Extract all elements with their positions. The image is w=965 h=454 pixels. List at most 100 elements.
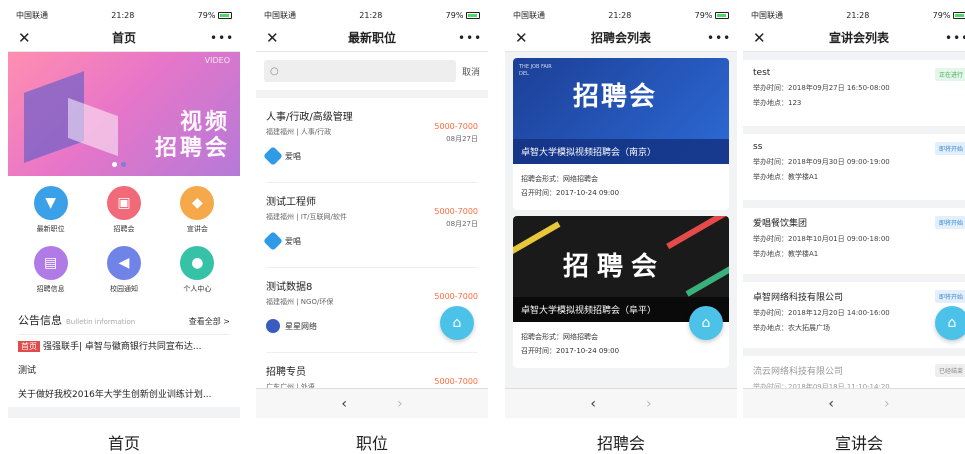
back-button[interactable]: ‹ <box>341 396 347 412</box>
carrier-label: 中国联通 <box>513 10 545 20</box>
more-icon[interactable]: ••• <box>707 31 730 45</box>
battery-status: 79% <box>933 11 965 20</box>
company-logo-icon <box>266 319 280 333</box>
more-icon[interactable]: ••• <box>945 31 965 45</box>
decor-stripe <box>685 261 729 297</box>
search-input[interactable]: ○ <box>264 60 456 82</box>
grid-item-label: 校园通知 <box>109 285 138 293</box>
talk-item[interactable]: 卓智网络科技有限公司 举办时间：2018年12月20日 14:00-16:00 … <box>743 282 965 348</box>
grid-item-job-fair[interactable]: ▣ 招聘会 <box>87 186 160 234</box>
talk-title: 爱唱餐饮集团 <box>753 219 808 229</box>
grid-item-latest-jobs[interactable]: ▼ 最新职位 <box>14 186 87 234</box>
fair-banner-tagline: THE JOB FAIR DEL <box>519 64 552 77</box>
talk-item[interactable]: 爱唱餐饮集团 举办时间：2018年10月01日 09:00-18:00 举办地点… <box>743 208 965 274</box>
carousel-dots[interactable] <box>112 162 126 167</box>
phone-job-fairs: 中国联通 21:28 79% ✕ 招聘会列表 ••• THE JOB FAIR … <box>505 6 737 418</box>
home-fab-button[interactable]: ⌂ <box>935 306 965 340</box>
video-fair-banner[interactable]: VIDEO 视频 招聘会 <box>8 52 240 176</box>
talk-time: 举办时间：2018年09月27日 16:50-08:00 <box>753 84 890 92</box>
browser-nav-bar: ‹ › <box>256 388 488 418</box>
grid-item-campus-notice[interactable]: ◀ 校园通知 <box>87 246 160 294</box>
notice-item[interactable]: 首页 强强联手| 卓智与徽商银行共同宣布达... <box>18 335 230 359</box>
job-item[interactable]: 人事/行政/高级管理 福建福州 | 人事/行政 5000-7000 08月27日… <box>263 98 478 183</box>
job-title: 测试数据8 <box>266 282 313 293</box>
fair-card[interactable]: THE JOB FAIR DEL 招聘会 卓智大学模拟视频招聘会（南京） 招聘会… <box>513 58 729 210</box>
battery-icon <box>714 11 729 19</box>
home-fab-button[interactable]: ⌂ <box>689 306 723 340</box>
notice-item[interactable]: 关于做好我校2016年大学生创新创业训练计划... <box>18 383 230 407</box>
more-icon[interactable]: ••• <box>458 31 481 45</box>
fair-card[interactable]: 招聘会 卓智大学模拟视频招聘会（阜平） 招聘会形式：网络招聘会 召开时间：201… <box>513 216 729 368</box>
fair-banner-text: 招聘会 <box>573 82 658 112</box>
cancel-button[interactable]: 取消 <box>462 65 480 78</box>
notice-section: 公告信息 Bulletin information 查看全部 > 首页 强强联手| … <box>8 300 240 407</box>
status-badge: 即将开始 <box>934 216 965 229</box>
phone-jobs: 中国联通 21:28 79% ✕ 最新职位 ••• ○ 取消 人事/行政/高级管… <box>256 6 488 418</box>
feature-grid: ▼ 最新职位 ▣ 招聘会 ◆ 宣讲会 ▤ 招聘信息 ◀ 校园通知 ● 个人中心 <box>8 176 240 300</box>
caption-career-talks: 宣讲会 <box>834 434 883 453</box>
company-row: 爱唱 <box>263 146 478 166</box>
grid-item-recruit-info[interactable]: ▤ 招聘信息 <box>14 246 87 294</box>
status-badge: 即将开始 <box>934 290 965 303</box>
forward-button[interactable]: › <box>884 396 890 412</box>
browser-nav-bar: ‹ › <box>505 388 737 418</box>
talk-item[interactable]: ss 举办时间：2018年09月30日 09:00-19:00 举办地点：教学楼… <box>743 134 965 200</box>
nav-bar: ✕ 最新职位 ••• <box>256 24 488 52</box>
job-salary: 5000-7000 <box>434 377 478 386</box>
job-title: 测试工程师 <box>266 197 316 208</box>
caption-home: 首页 <box>107 434 140 453</box>
grid-item-career-talk[interactable]: ◆ 宣讲会 <box>161 186 234 234</box>
forward-button[interactable]: › <box>397 396 403 412</box>
fair-banner-text: 招聘会 <box>563 252 666 282</box>
fair-time: 召开时间：2017-10-24 09:00 <box>521 347 620 355</box>
back-button[interactable]: ‹ <box>828 396 834 412</box>
talk-place: 举办地点：农大拓展广场 <box>753 324 830 332</box>
time-label: 21:28 <box>608 10 632 20</box>
home-fab-button[interactable]: ⌂ <box>440 306 474 340</box>
battery-status: 79% <box>446 11 480 20</box>
job-date: 08月27日 <box>446 220 478 228</box>
notice-header: 公告信息 Bulletin information 查看全部 > <box>18 312 230 335</box>
carrier-label: 中国联通 <box>264 10 296 20</box>
browser-nav-bar: ‹ › <box>743 388 965 418</box>
grid-item-personal-center[interactable]: ● 个人中心 <box>161 246 234 294</box>
close-icon[interactable]: ✕ <box>18 29 38 47</box>
job-title: 招聘专员 <box>266 367 306 378</box>
talk-place: 举办地点：123 <box>753 99 802 107</box>
fair-banner-image: THE JOB FAIR DEL 招聘会 卓智大学模拟视频招聘会（南京） <box>513 58 729 164</box>
carrier-label: 中国联通 <box>751 10 783 20</box>
fair-time: 召开时间：2017-10-24 09:00 <box>521 189 620 197</box>
job-item[interactable]: 测试工程师 福建福州 | IT/互联网/软件 5000-7000 08月27日 … <box>263 183 478 268</box>
close-icon[interactable]: ✕ <box>266 29 286 47</box>
talk-item[interactable]: test 举办时间：2018年09月27日 16:50-08:00 举办地点：1… <box>743 60 965 126</box>
job-title: 人事/行政/高级管理 <box>266 112 353 123</box>
status-badge: 已经结束 <box>934 364 965 377</box>
caption-jobs: 职位 <box>355 434 388 453</box>
document-icon: ▤ <box>33 246 68 280</box>
more-icon[interactable]: ••• <box>210 31 233 45</box>
company-logo-icon <box>263 146 283 166</box>
notice-item[interactable]: 测试 <box>18 359 230 383</box>
user-icon: ● <box>180 246 215 280</box>
forward-button[interactable]: › <box>646 396 652 412</box>
talk-title: ss <box>753 142 763 152</box>
close-icon[interactable]: ✕ <box>515 29 535 47</box>
talk-title: 流云网络科技有限公司 <box>753 367 844 377</box>
job-salary: 5000-7000 <box>434 292 478 301</box>
battery-icon <box>952 11 965 19</box>
nav-bar: ✕ 首页 ••• <box>8 24 240 52</box>
talk-place: 举办地点：教学楼A1 <box>753 173 819 181</box>
briefcase-icon: ▣ <box>106 186 141 220</box>
search-bar: ○ 取消 <box>256 52 488 90</box>
nav-bar: ✕ 宣讲会列表 ••• <box>743 24 965 52</box>
page-title: 招聘会列表 <box>590 31 651 45</box>
page-title: 首页 <box>111 31 136 45</box>
caption-job-fairs: 招聘会 <box>596 434 645 453</box>
banner-tag: VIDEO <box>204 56 230 65</box>
back-button[interactable]: ‹ <box>590 396 596 412</box>
job-date: 08月27日 <box>446 135 478 143</box>
close-icon[interactable]: ✕ <box>753 29 773 47</box>
view-all-link[interactable]: 查看全部 > <box>189 316 230 327</box>
time-label: 21:28 <box>359 10 383 20</box>
tie-icon: ▼ <box>33 186 68 220</box>
